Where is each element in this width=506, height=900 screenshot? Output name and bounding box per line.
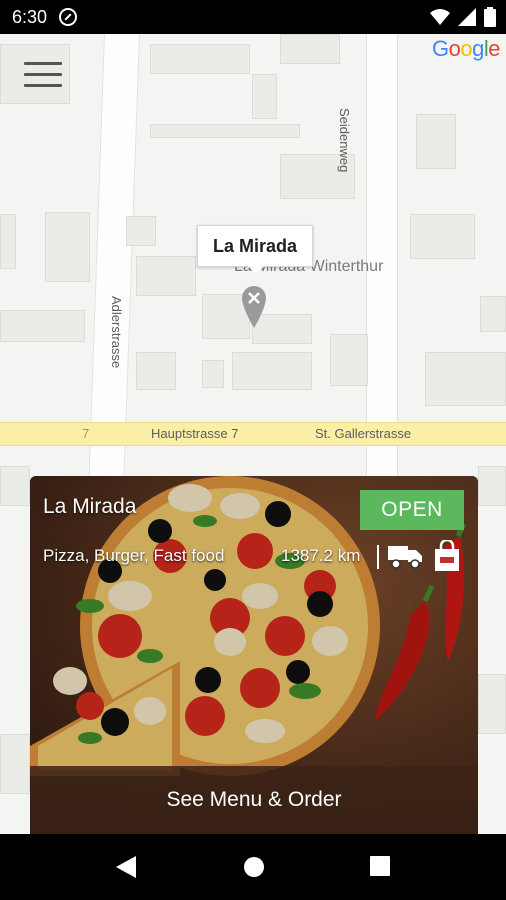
google-logo-letter: o xyxy=(460,36,473,61)
sync-icon xyxy=(59,8,78,26)
building xyxy=(136,352,176,390)
road-number-label: 7 xyxy=(82,426,90,441)
delivery-truck-icon xyxy=(388,546,422,569)
street-label-adlerstrasse: Adlerstrasse xyxy=(109,296,124,369)
building xyxy=(232,352,312,390)
google-logo: Google xyxy=(431,36,501,62)
shopping-bag-icon xyxy=(435,540,459,571)
building xyxy=(136,256,196,296)
map-pin-icon[interactable] xyxy=(240,284,268,328)
building xyxy=(410,214,475,259)
building xyxy=(252,74,277,119)
building xyxy=(126,216,156,246)
building xyxy=(416,114,456,169)
building xyxy=(478,674,506,734)
building xyxy=(150,44,250,74)
signal-icon xyxy=(458,8,476,26)
restaurant-distance: 1387.2 km xyxy=(281,546,361,565)
status-icons xyxy=(430,7,496,27)
battery-icon xyxy=(484,7,496,27)
building xyxy=(150,124,300,138)
building xyxy=(425,352,506,406)
google-logo-letter: G xyxy=(431,36,449,61)
home-icon[interactable] xyxy=(243,856,265,878)
back-icon[interactable] xyxy=(116,856,136,878)
street-label-st-gallerstrasse: St. Gallerstrasse xyxy=(315,426,412,441)
restaurant-categories: Pizza, Burger, Fast food xyxy=(43,546,225,565)
building xyxy=(280,34,340,64)
building xyxy=(45,212,90,282)
divider xyxy=(377,545,379,569)
building xyxy=(0,214,16,269)
street-label-hauptstrasse: Hauptstrasse 7 xyxy=(151,426,239,441)
see-menu-order-button[interactable]: See Menu & Order xyxy=(30,766,478,834)
restaurant-name: La Mirada xyxy=(43,495,137,518)
building xyxy=(202,360,224,388)
main-road xyxy=(0,422,506,446)
menu-line xyxy=(24,62,62,65)
recents-icon[interactable] xyxy=(370,856,390,876)
building xyxy=(0,734,30,794)
building xyxy=(0,466,30,506)
building xyxy=(480,296,506,332)
street-label-seidenweg: Seidenweg xyxy=(337,108,352,173)
hamburger-menu-icon[interactable] xyxy=(24,62,62,90)
google-logo-letter: e xyxy=(488,36,500,61)
open-status-badge: OPEN xyxy=(360,490,464,530)
menu-line xyxy=(24,84,62,87)
navigation-bar xyxy=(0,834,506,900)
marker-callout[interactable]: La Mirada xyxy=(197,225,313,274)
restaurant-card[interactable]: La Mirada OPEN Pizza, Burger, Fast food … xyxy=(30,476,478,834)
status-bar: 6:30 xyxy=(0,0,506,34)
google-logo-letter: g xyxy=(472,36,484,61)
building xyxy=(330,334,368,386)
wifi-icon xyxy=(430,9,450,25)
building xyxy=(478,466,506,506)
building xyxy=(0,310,85,342)
status-time: 6:30 xyxy=(12,6,48,27)
menu-line xyxy=(24,73,62,76)
google-logo-letter: o xyxy=(448,36,461,61)
